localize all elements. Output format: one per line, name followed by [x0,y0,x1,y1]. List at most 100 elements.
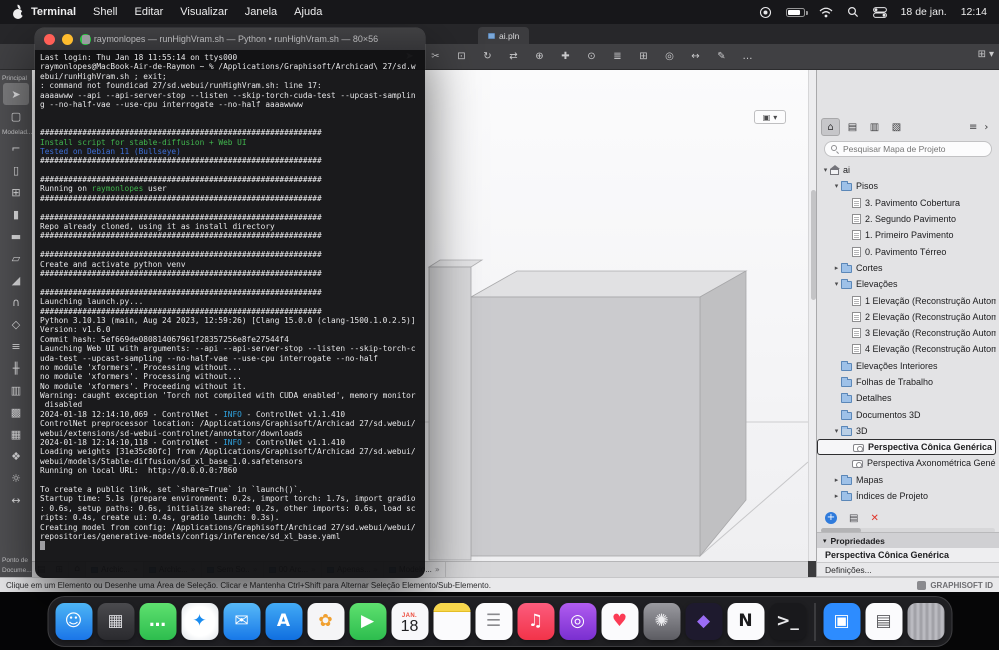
tree-item[interactable]: Perspectiva Axonométrica Genérica [817,455,996,471]
dock-trash-icon[interactable] [907,603,944,640]
marquee-tool[interactable]: ▢ [3,105,29,127]
publisher-tab-icon[interactable]: ▧ [887,118,906,136]
terminal-window[interactable]: raymonlopes — runHighVram.sh — Python • … [35,28,425,578]
tree-item[interactable]: Detalhes [817,390,996,406]
tree-item[interactable]: ▾ ai [817,162,996,178]
maximize-button[interactable] [80,33,91,45]
dock-obsidian-icon[interactable]: ◆ [685,603,722,640]
curtain-wall-tool[interactable]: ▥ [3,379,29,401]
add-viewpoint-button[interactable]: + [825,512,837,524]
tree-item[interactable]: Elevações Interiores [817,358,996,374]
3d-view-options-button[interactable]: ▣ ▾ [754,110,786,124]
wall-tool[interactable]: ⌐ [3,137,29,159]
tree-item[interactable]: Folhas de Trabalho [817,374,996,390]
scrollbar-thumb[interactable] [810,190,816,300]
folder-settings-button[interactable]: ▤ [849,513,858,524]
slab-tool[interactable]: ▱ [3,247,29,269]
dock-safari-icon[interactable]: ✦ [181,603,218,640]
shell-tool[interactable]: ∩ [3,291,29,313]
navigator-search[interactable] [824,141,992,157]
tree-item[interactable]: ▾ Elevações [817,276,996,292]
disclosure-down-icon[interactable]: ▾ [832,427,841,435]
object-tool[interactable]: ❖ [3,445,29,467]
dock-settings-icon[interactable]: ✺ [643,603,680,640]
delete-viewpoint-button[interactable]: ✕ [870,513,878,524]
dock-calendar-icon[interactable]: JAN. 18 [391,603,428,640]
spotlight-search-icon[interactable] [847,6,859,18]
dock-photos-icon[interactable]: ✿ [307,603,344,640]
mirror-icon[interactable]: ⇄ [506,51,521,62]
tree-item[interactable]: Perspectiva Cônica Genérica [817,439,996,456]
arrow-tool[interactable]: ➤ [3,83,29,105]
roof-tool[interactable]: ◢ [3,269,29,291]
disclosure-right-icon[interactable]: ▸ [832,476,841,484]
dock-notion-icon[interactable]: N [727,603,764,640]
mesh-tool[interactable]: ▦ [3,423,29,445]
tree-item[interactable]: 4 Elevação (Reconstrução Automática) [817,341,996,357]
lamp-tool[interactable]: ☼ [3,467,29,489]
tree-item[interactable]: 2 Elevação (Reconstrução Automática) [817,309,996,325]
rotate-icon[interactable]: ↻ [480,51,495,62]
beam-tool[interactable]: ▬ [3,225,29,247]
disclosure-right-icon[interactable]: ▸ [832,264,841,272]
navigator-expand-icon[interactable]: › [982,122,990,133]
more-options-icon[interactable]: … [740,51,755,62]
annotate-icon[interactable]: ✎ [714,51,729,62]
zone-tool[interactable]: ▩ [3,401,29,423]
wifi-icon[interactable] [819,7,833,18]
menubar-clock[interactable]: 12:14 [961,6,987,18]
dock-podcasts-icon[interactable]: ◎ [559,603,596,640]
dock-reminders-icon[interactable]: ☰ [475,603,512,640]
navigator-menu-icon[interactable]: ≡ [967,122,979,133]
minimize-button[interactable] [62,33,73,45]
dock-zoom-app-icon[interactable]: ▣ [823,603,860,640]
apple-menu-icon[interactable] [12,4,26,20]
dock-app-store-icon[interactable]: A [265,603,302,640]
tree-item[interactable]: ▾ 3D [817,423,996,439]
screen-record-indicator-icon[interactable] [759,6,772,19]
dock-finder-icon[interactable]: ☺ [55,603,92,640]
morph-tool[interactable]: ◇ [3,313,29,335]
menu-shell[interactable]: Shell [93,6,117,18]
tree-item[interactable]: 1 Elevação (Reconstrução Automática) [817,292,996,308]
project-map-tab-icon[interactable]: ⌂ [821,118,840,136]
grid-icon[interactable]: ⊞ [636,51,651,62]
railing-tool[interactable]: ╫ [3,357,29,379]
measure-icon[interactable]: ↔ [688,51,703,62]
pan-icon[interactable]: ✚ [558,51,573,62]
search-input[interactable] [843,144,985,154]
close-button[interactable] [44,33,55,45]
battery-icon[interactable] [785,7,808,17]
stair-tool[interactable]: ≡ [3,335,29,357]
tree-item[interactable]: 3. Pavimento Cobertura [817,195,996,211]
properties-panel-header[interactable]: ▾ Propriedades [817,532,999,548]
menu-visualizar[interactable]: Visualizar [180,6,228,18]
tree-item[interactable]: ▸ Mapas [817,472,996,488]
disclosure-right-icon[interactable]: ▸ [832,492,841,500]
dock-messages-icon[interactable]: … [139,603,176,640]
orbit-icon[interactable]: ⊙ [584,51,599,62]
layers-icon[interactable]: ≣ [610,51,625,62]
tree-item[interactable]: 2. Segundo Pavimento [817,211,996,227]
menu-terminal[interactable]: Terminal [31,6,76,18]
tree-item[interactable]: ▾ Pisos [817,178,996,194]
dock-preview-doc-icon[interactable]: ▤ [865,603,902,640]
menu-editar[interactable]: Editar [135,6,164,18]
dock-health-icon[interactable]: ♥ [601,603,638,640]
dock-music-icon[interactable]: ♫ [517,603,554,640]
tree-item[interactable]: ▸ Índices de Projeto [817,488,996,504]
disclosure-down-icon[interactable]: ▾ [832,280,841,288]
dimension-tool[interactable]: ↔ [3,489,29,511]
window-tool[interactable]: ⊞ [3,181,29,203]
dock-launchpad-icon[interactable]: ▦ [97,603,134,640]
control-center-icon[interactable] [872,6,887,18]
panel-chevron-icon[interactable]: ▾ [989,49,994,60]
terminal-title-bar[interactable]: raymonlopes — runHighVram.sh — Python • … [35,28,425,50]
menu-ajuda[interactable]: Ajuda [294,6,322,18]
dock-facetime-icon[interactable]: ▶ [349,603,386,640]
terminal-output[interactable]: Last login: Thu Jan 18 11:55:14 on ttys0… [35,50,425,578]
snap-icon[interactable]: ◎ [662,51,677,62]
cut-icon[interactable]: ✂ [428,51,443,62]
menubar-date[interactable]: 18 de jan. [901,6,947,18]
dock-terminal-icon[interactable]: >_ [769,603,806,640]
